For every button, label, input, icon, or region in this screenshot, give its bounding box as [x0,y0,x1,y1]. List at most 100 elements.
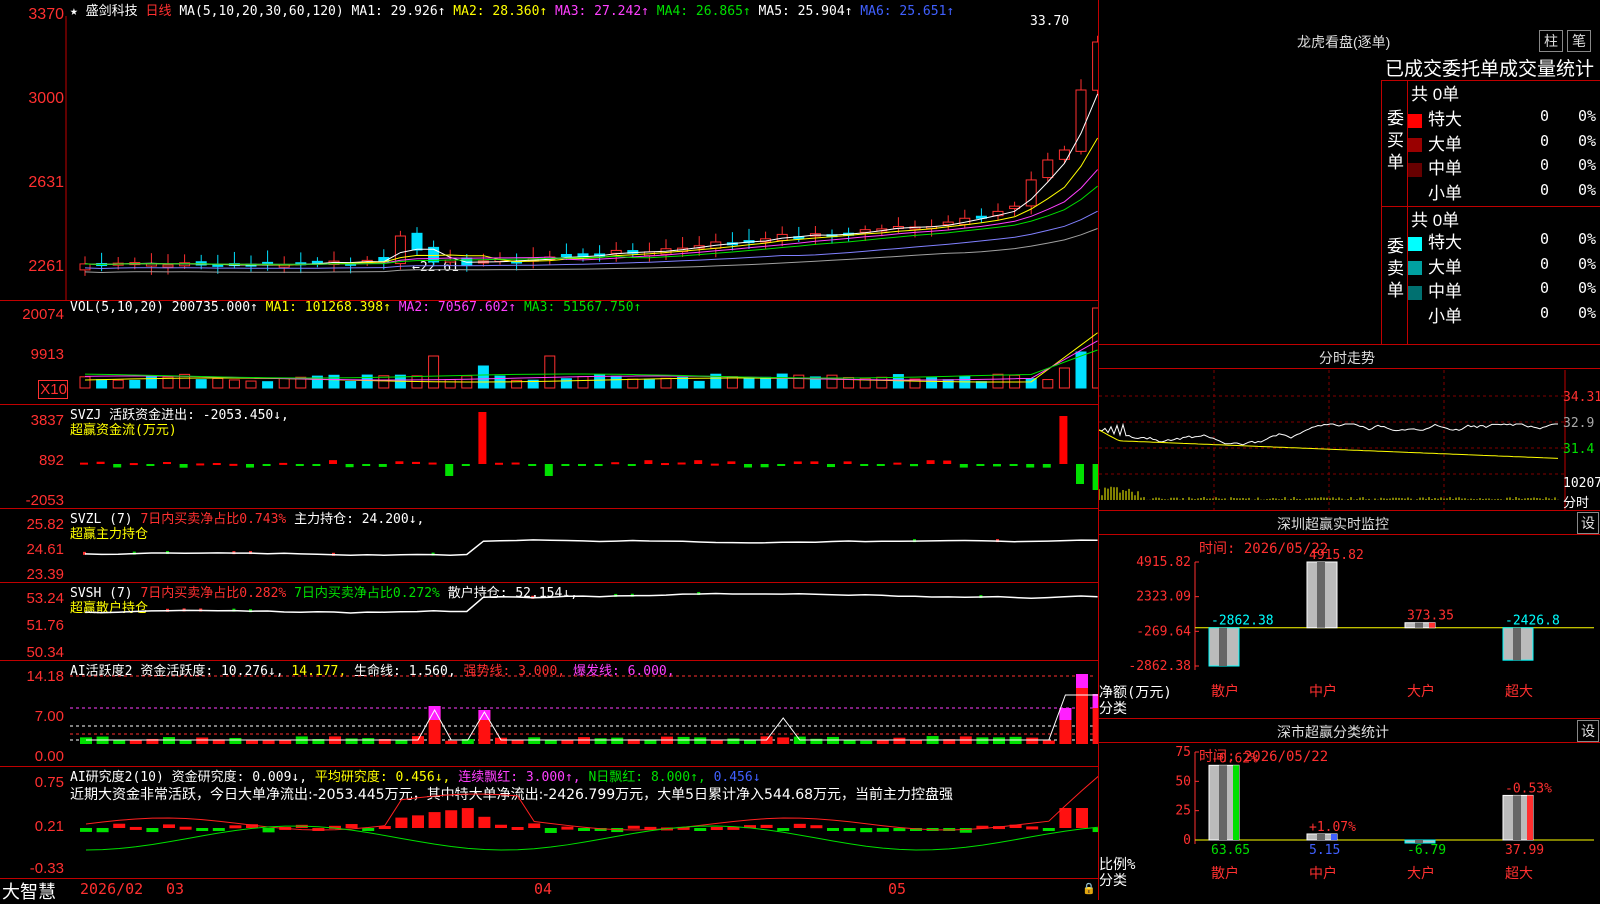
flow-bar [926,460,935,464]
volume-bar [212,377,224,389]
flow-bar [445,464,454,476]
research-bar [445,810,458,828]
y-tick: 75 [1175,745,1191,760]
volume-bar [975,381,987,389]
tick-mode-button[interactable]: 笔 [1567,30,1591,52]
activity-bar [744,740,756,744]
flow-bar [345,464,354,468]
ai3-chart[interactable] [0,766,1098,878]
research-bar [1026,826,1039,830]
sz-class-chart[interactable]: 75 50 25 0 -0.62% 散户 63.65 +1.07% 中户 5.15 大户 -6.79 -… [1099,718,1600,900]
y-tick: -2862.38 [1128,659,1191,674]
volume-panel[interactable]: VOL(5,10,20) 200735.000↑ MA1: 101268.398… [0,300,1098,405]
sz-monitor-panel[interactable]: 深圳超赢实时监控 设 时间: 2026/05/22 4915.82 2323.09… [1099,510,1600,719]
order-row: 中单 [1408,277,1462,302]
flow-bar [113,464,122,468]
volume-bar [145,375,157,389]
svzj-chart[interactable] [0,404,1098,508]
x-tick: 05 [888,880,907,898]
volume-bar [245,380,257,389]
flow-bar [528,464,537,466]
activity-bar [362,738,375,744]
x-tick: 2026/02 [80,880,144,898]
flow-bar [312,464,321,466]
volume-bar [760,376,772,389]
activity-bar [860,740,873,744]
fenshi-y-tick: 34.31 [1563,390,1600,405]
color-swatch [1408,113,1422,128]
activity-bar [495,737,507,744]
activity-bar [544,740,557,744]
bar-value: 63.65 [1211,843,1250,858]
volume-bar [560,378,572,389]
flow-bar [295,464,304,466]
color-swatch [1408,285,1422,300]
flow-bar [129,463,138,466]
order-pct: 0% [1578,230,1597,248]
bar-mode-button[interactable]: 柱 [1539,30,1563,52]
sz-class-xlabel: 分类 [1099,873,1127,889]
svsh-panel[interactable]: SVSH (7) 7日内买卖净占比0.282% 7日内买卖净占比0.272% 散… [0,582,1098,661]
category-label: 散户 [1211,683,1239,700]
activity-bar [113,740,126,744]
research-bar [843,828,856,832]
volume-bar [1058,367,1070,389]
volume-bar [544,355,556,389]
sz-class-panel[interactable]: 深市超赢分类统计 设 时间: 2026/05/22 75 50 25 0 -0.62% 散… [1099,718,1600,900]
fenshi-panel[interactable]: 分时走势 34.31 32.9 31.4 10207 分时 [1099,344,1600,511]
volume-bar [345,381,357,389]
order-count: 0 [1540,303,1550,322]
intraday-chart[interactable] [1099,344,1600,510]
activity-bar [893,737,906,744]
ai-activity-panel[interactable]: AI活跃度2 资金活跃度: 10.276↓, 14.177, 生命线: 1.56… [0,660,1098,767]
flow-bar [495,462,503,465]
activity-bar [777,737,790,744]
burst-bar [1076,674,1088,688]
color-swatch [1408,236,1422,251]
order-type: 特大 [1428,110,1462,129]
volume-bar [577,376,589,389]
ai2-chart[interactable] [0,660,1098,766]
research-bar [578,828,590,831]
research-bar [163,824,175,828]
price-line [1099,422,1558,446]
sz-monitor-chart[interactable]: 4915.82 2323.09 -269.64 -2862.38 -2862.38 散户 4… [1099,510,1600,718]
flow-bar [843,461,852,464]
volume-bar [610,375,622,389]
research-bar [893,828,906,832]
candle [560,253,572,257]
x-tick: 03 [166,880,185,898]
svzj-panel[interactable]: SVZJ 活跃资金进出: -2053.450↓, 超赢资金流(万元) 3837 … [0,404,1098,509]
y-tick: 2323.09 [1136,590,1191,605]
flow-bar [860,464,869,466]
research-bar [1042,828,1055,831]
order-count: 0 [1540,131,1550,150]
flow-bar [1026,464,1035,468]
research-bar [362,828,375,831]
flow-bar [827,464,835,468]
svzl-panel[interactable]: SVZL (7) 7日内买卖净占比0.743% 主力持仓: 24.200↓, 超… [0,508,1098,583]
activity-bar [594,738,607,744]
flow-bar [1042,464,1051,468]
research-bar [395,817,408,828]
flow-bar [943,460,952,464]
volume-chart[interactable] [0,300,1098,404]
candle [411,232,423,251]
flow-bar [893,462,902,465]
svsh-chart[interactable] [0,582,1098,660]
flow-bar [146,464,155,466]
volume-bar [1042,379,1054,389]
fenshi-y-tick: 10207 [1563,476,1600,491]
activity-bar [80,737,92,744]
flow-bar [744,464,752,468]
research-bar [876,828,889,832]
research-bar [96,828,109,833]
research-bar [544,828,557,833]
ai-research-panel[interactable]: AI研究度2(10) 资金研究度: 0.009↓, 平均研究度: 0.456↓,… [0,766,1098,879]
kline-panel[interactable]: ★ 盛剑科技 日线 MA(5,10,20,30,60,120) MA1: 29.… [0,0,1098,301]
volume-bar [926,377,938,389]
candlestick-chart[interactable] [0,0,1098,300]
svzl-chart[interactable] [0,508,1098,582]
lock-icon[interactable]: 🔒 [1082,882,1096,895]
candle [1075,89,1087,152]
